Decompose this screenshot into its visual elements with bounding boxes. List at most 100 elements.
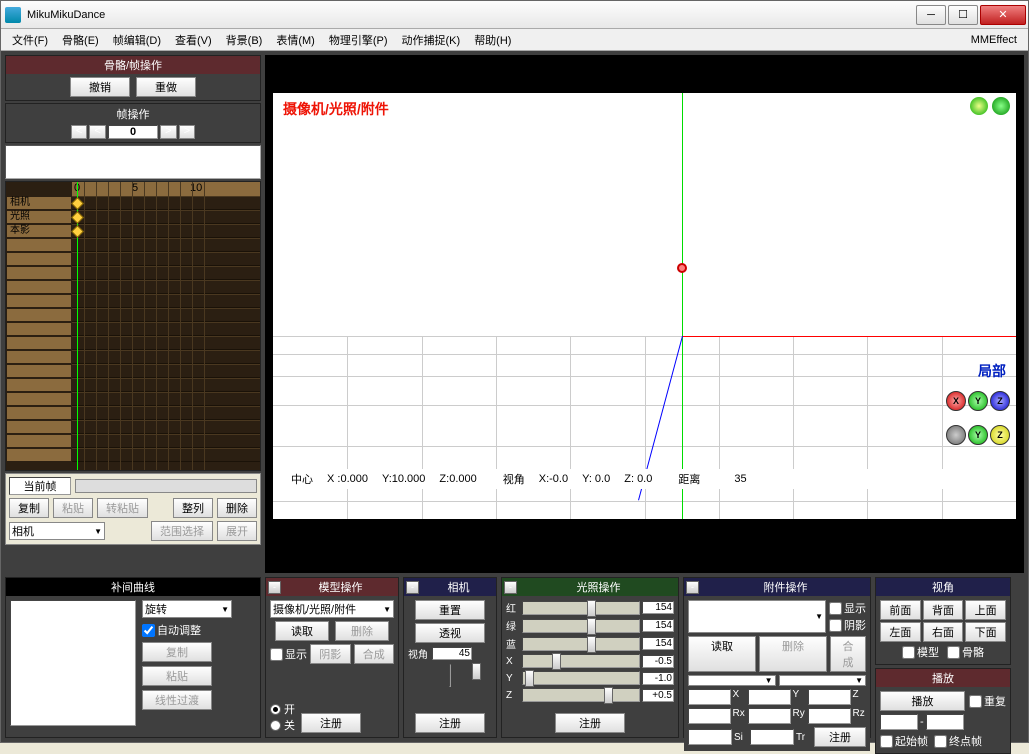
light-y-slider[interactable]: [522, 671, 640, 685]
minimize-icon[interactable]: -: [686, 581, 699, 594]
angle-input[interactable]: 45: [432, 647, 472, 660]
view-model-checkbox[interactable]: 模型: [902, 644, 939, 660]
light-g-slider[interactable]: [522, 619, 640, 633]
paste-button[interactable]: 粘贴: [53, 498, 93, 518]
acc-ry-input[interactable]: [748, 708, 791, 724]
light-y-value[interactable]: -1.0: [642, 672, 674, 685]
light-b-slider[interactable]: [522, 637, 640, 651]
shadow-button[interactable]: 阴影: [310, 644, 351, 664]
acc-rx-input[interactable]: [688, 708, 731, 724]
light-x-slider[interactable]: [522, 654, 640, 668]
light-x-value[interactable]: -0.5: [642, 655, 674, 668]
interp-mode-select[interactable]: 旋转▼: [142, 600, 232, 618]
track-select[interactable]: 相机▼: [9, 522, 105, 540]
magnify-icon[interactable]: [970, 97, 988, 115]
frame-prev-far-button[interactable]: <: [71, 125, 88, 139]
acc-read-button[interactable]: 读取: [688, 636, 756, 672]
gizmo-y-icon[interactable]: Y: [968, 391, 988, 411]
angle-slider[interactable]: [449, 664, 451, 687]
interp-paste-button[interactable]: 粘贴: [142, 666, 212, 686]
align-button[interactable]: 整列: [173, 498, 213, 518]
undo-button[interactable]: 撤销: [70, 77, 130, 97]
show-checkbox[interactable]: 显示: [270, 644, 307, 664]
menu-mocap[interactable]: 动作捕捉(K): [395, 30, 468, 50]
camera-target-icon[interactable]: [677, 263, 687, 273]
gizmo-x-icon[interactable]: X: [946, 391, 966, 411]
range-select-button[interactable]: 范围选择: [151, 521, 213, 541]
viewport[interactable]: 摄像机/光照/附件: [265, 55, 1024, 573]
minimize-button[interactable]: ─: [916, 5, 946, 25]
play-button[interactable]: 播放: [880, 691, 965, 711]
model-off-radio[interactable]: 关: [270, 717, 295, 733]
view-back-button[interactable]: 背面: [923, 600, 964, 620]
camera-register-button[interactable]: 注册: [415, 713, 485, 733]
acc-compose-button[interactable]: 合成: [830, 636, 866, 672]
maximize-button[interactable]: ☐: [948, 5, 978, 25]
minimize-icon[interactable]: -: [268, 581, 281, 594]
light-r-slider[interactable]: [522, 601, 640, 615]
light-z-slider[interactable]: [522, 688, 640, 702]
end-checkbox[interactable]: 终点帧: [934, 733, 982, 749]
delete-button[interactable]: 删除: [217, 498, 257, 518]
camera-reset-button[interactable]: 重置: [415, 600, 485, 620]
compose-button[interactable]: 合成: [354, 644, 395, 664]
gizmo-z2-icon[interactable]: Z: [990, 425, 1010, 445]
repeat-checkbox[interactable]: 重复: [969, 693, 1006, 709]
expand-button[interactable]: 展开: [217, 521, 257, 541]
model-register-button[interactable]: 注册: [301, 713, 361, 733]
interp-copy-button[interactable]: 复制: [142, 642, 212, 662]
acc-rz-input[interactable]: [808, 708, 851, 724]
play-end-input[interactable]: [926, 714, 964, 730]
camera-persp-button[interactable]: 透视: [415, 623, 485, 643]
gizmo-z-icon[interactable]: Z: [990, 391, 1010, 411]
model-select[interactable]: 摄像机/光照/附件▼: [270, 600, 394, 618]
acc-show-checkbox[interactable]: 显示: [829, 600, 866, 616]
menu-face[interactable]: 表情(M): [269, 30, 322, 50]
start-checkbox[interactable]: 起始帧: [880, 733, 928, 749]
track-shadow[interactable]: 本影: [6, 224, 72, 238]
acc-z-input[interactable]: [808, 689, 851, 705]
menu-file[interactable]: 文件(F): [5, 30, 55, 50]
acc-select[interactable]: ▼: [688, 600, 826, 633]
timeline[interactable]: 相机 光照 本影 0 5 10: [5, 181, 261, 471]
acc-register-button[interactable]: 注册: [814, 727, 866, 747]
rotpaste-button[interactable]: 转粘贴: [97, 498, 148, 518]
note-input[interactable]: [5, 145, 261, 179]
light-register-button[interactable]: 注册: [555, 713, 625, 733]
frame-next-button[interactable]: >: [160, 125, 177, 139]
model-on-radio[interactable]: 开: [270, 701, 295, 717]
copy-button[interactable]: 复制: [9, 498, 49, 518]
view-left-button[interactable]: 左面: [880, 622, 921, 642]
gizmo-y2-icon[interactable]: Y: [968, 425, 988, 445]
menu-frame[interactable]: 帧编辑(D): [106, 30, 168, 50]
close-button[interactable]: ✕: [980, 5, 1026, 25]
menu-physics[interactable]: 物理引擎(P): [322, 30, 395, 50]
acc-shadow-checkbox[interactable]: 阴影: [829, 617, 866, 633]
minimize-icon[interactable]: -: [504, 581, 517, 594]
redo-button[interactable]: 重做: [136, 77, 196, 97]
view-front-button[interactable]: 前面: [880, 600, 921, 620]
track-light[interactable]: 光照: [6, 210, 72, 224]
curve-canvas[interactable]: [10, 600, 136, 726]
view-right-button[interactable]: 右面: [923, 622, 964, 642]
frame-prev-button[interactable]: <: [89, 125, 106, 139]
acc-delete-button[interactable]: 删除: [759, 636, 827, 672]
frame-next-far-button[interactable]: >: [179, 125, 196, 139]
view-bottom-button[interactable]: 下面: [965, 622, 1006, 642]
light-b-value[interactable]: 154: [642, 637, 674, 650]
menu-help[interactable]: 帮助(H): [467, 30, 518, 50]
track-camera[interactable]: 相机: [6, 196, 72, 210]
frame-number-input[interactable]: 0: [108, 125, 158, 139]
acc-bind-select[interactable]: ▼: [688, 675, 776, 686]
acc-bone-select[interactable]: ▼: [779, 675, 867, 686]
auto-checkbox[interactable]: 自动调整: [142, 622, 232, 638]
minimize-icon[interactable]: -: [406, 581, 419, 594]
light-z-value[interactable]: +0.5: [642, 689, 674, 702]
menu-mme[interactable]: MMEffect: [964, 32, 1024, 48]
model-delete-button[interactable]: 删除: [335, 621, 389, 641]
view-top-button[interactable]: 上面: [965, 600, 1006, 620]
model-read-button[interactable]: 读取: [275, 621, 329, 641]
menu-bone[interactable]: 骨骼(E): [55, 30, 106, 50]
timeline-scrollbar[interactable]: [75, 479, 257, 493]
menu-view[interactable]: 查看(V): [168, 30, 219, 50]
